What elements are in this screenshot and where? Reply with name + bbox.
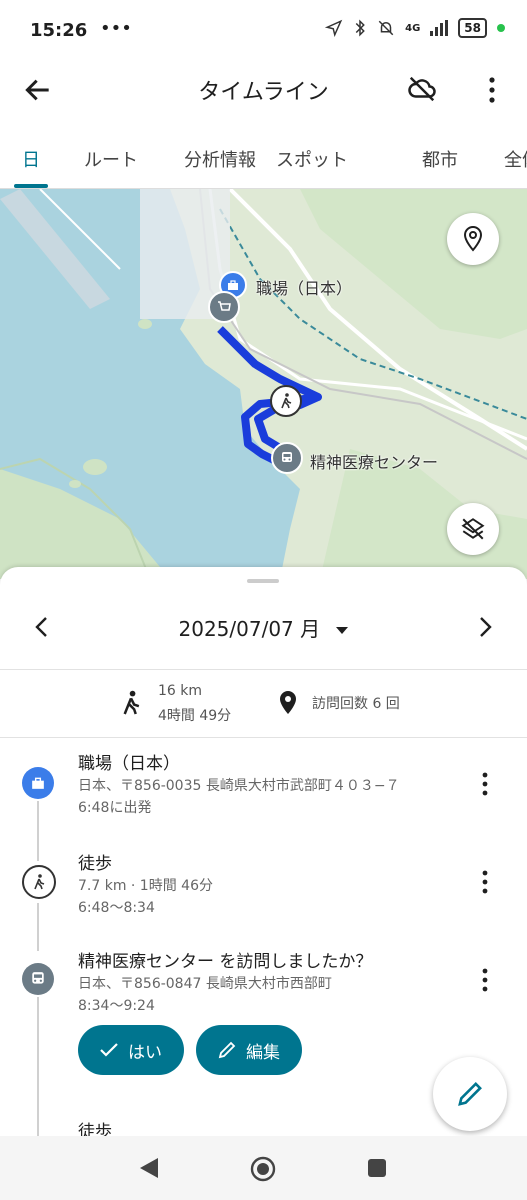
location-pin-icon — [463, 226, 483, 252]
nav-recents-icon[interactable] — [367, 1158, 387, 1178]
date-selector[interactable]: 2025/07/07 月 — [0, 613, 527, 642]
confirm-visit-button[interactable]: はい — [78, 1025, 184, 1075]
next-day-icon[interactable] — [475, 615, 495, 639]
summary-divider — [0, 737, 527, 738]
date-text: 2025/07/07 月 — [178, 617, 321, 641]
status-time: 15:26 — [30, 20, 88, 41]
entry-address: 日本、〒856-0847 長崎県大村市西部町 — [78, 976, 332, 992]
more-vert-icon[interactable] — [481, 967, 489, 993]
notification-icons: ••• — [100, 18, 132, 39]
map-label-center: 精神医療センター — [310, 453, 439, 472]
briefcase-icon — [22, 767, 54, 799]
pencil-icon — [218, 1041, 236, 1059]
mute-bell-icon — [378, 20, 394, 36]
privacy-dot-icon — [497, 24, 505, 32]
dropdown-arrow-icon — [335, 627, 348, 634]
layers-off-button[interactable] — [447, 503, 499, 555]
more-vert-icon[interactable] — [487, 76, 497, 104]
briefcase-icon — [228, 280, 238, 290]
tab-route[interactable]: ルート — [84, 146, 138, 172]
cart-icon — [218, 301, 231, 311]
tab-bar: 日 ルート 分析情報 スポット 都市 全体 — [0, 128, 527, 189]
nav-back-icon[interactable] — [138, 1156, 160, 1180]
check-icon — [100, 1043, 118, 1057]
network-type: 4G — [405, 22, 421, 34]
battery-indicator: 58 — [458, 18, 487, 38]
status-bar: 15:26 ••• 4G 58 — [0, 0, 527, 60]
more-vert-icon[interactable] — [481, 771, 489, 797]
signal-icon — [430, 20, 449, 36]
edit-label: 編集 — [246, 1042, 280, 1063]
nav-home-icon[interactable] — [250, 1156, 276, 1182]
date-divider — [0, 669, 527, 670]
walk-icon — [281, 393, 292, 409]
map-label-work: 職場（日本） — [256, 279, 353, 298]
pencil-icon — [458, 1082, 482, 1106]
train-icon — [282, 452, 292, 462]
tab-places[interactable]: スポット — [276, 146, 348, 172]
tab-day[interactable]: 日 — [22, 146, 40, 172]
walk-icon — [22, 865, 56, 899]
summary-duration: 4時間 49分 — [158, 708, 232, 724]
timeline-entry-walk[interactable]: 徒歩 7.7 km · 1時間 46分 6:48〜8:34 — [0, 847, 527, 917]
more-vert-icon[interactable] — [481, 869, 489, 895]
cloud-off-icon[interactable] — [407, 74, 437, 104]
tab-all[interactable]: 全体 — [504, 146, 527, 172]
walk-marker[interactable] — [270, 385, 302, 417]
entry-address: 日本、〒856-0035 長崎県大村市武部町４０３−７ — [78, 778, 400, 794]
entry-time: 6:48〜8:34 — [78, 900, 155, 916]
walk-summary-icon — [123, 690, 140, 715]
pin-summary-icon — [280, 691, 296, 714]
timeline-entry-center[interactable]: 精神医療センター を訪問しましたか？ 日本、〒856-0847 長崎県大村市西部… — [0, 945, 527, 1015]
entry-title: 職場（日本） — [78, 754, 180, 774]
summary-distance: 16 km — [158, 683, 203, 699]
location-button[interactable] — [447, 213, 499, 265]
shop-marker[interactable] — [208, 291, 240, 323]
layers-off-icon — [461, 518, 485, 540]
entry-title: 徒歩 — [78, 854, 112, 874]
tab-cities[interactable]: 都市 — [422, 146, 458, 172]
edit-visit-button[interactable]: 編集 — [196, 1025, 302, 1075]
entry-time: 8:34〜9:24 — [78, 998, 155, 1014]
drag-handle[interactable] — [247, 579, 279, 583]
map-view[interactable]: 職場（日本） 精神医療センター — [0, 189, 527, 579]
entry-time: 6:48に出発 — [78, 800, 152, 816]
train-icon — [22, 963, 54, 995]
page-title: タイムライン — [198, 80, 329, 105]
status-icons: 4G 58 — [325, 18, 505, 38]
edit-fab[interactable] — [433, 1057, 507, 1131]
active-tab-indicator — [14, 184, 48, 188]
location-arrow-icon — [325, 19, 343, 37]
confirm-label: はい — [128, 1042, 162, 1063]
bluetooth-icon — [355, 19, 365, 37]
system-nav-bar — [0, 1136, 527, 1200]
app-bar: タイムライン — [0, 60, 527, 120]
center-marker[interactable] — [271, 442, 303, 474]
timeline-entry-work[interactable]: 職場（日本） 日本、〒856-0035 長崎県大村市武部町４０３−７ 6:48に… — [0, 747, 527, 817]
tab-insights[interactable]: 分析情報 — [184, 146, 256, 172]
entry-distance: 7.7 km · 1時間 46分 — [78, 878, 213, 894]
entry-title: 精神医療センター を訪問しましたか？ — [78, 952, 373, 972]
summary-visits: 訪問回数 6 回 — [312, 696, 400, 712]
